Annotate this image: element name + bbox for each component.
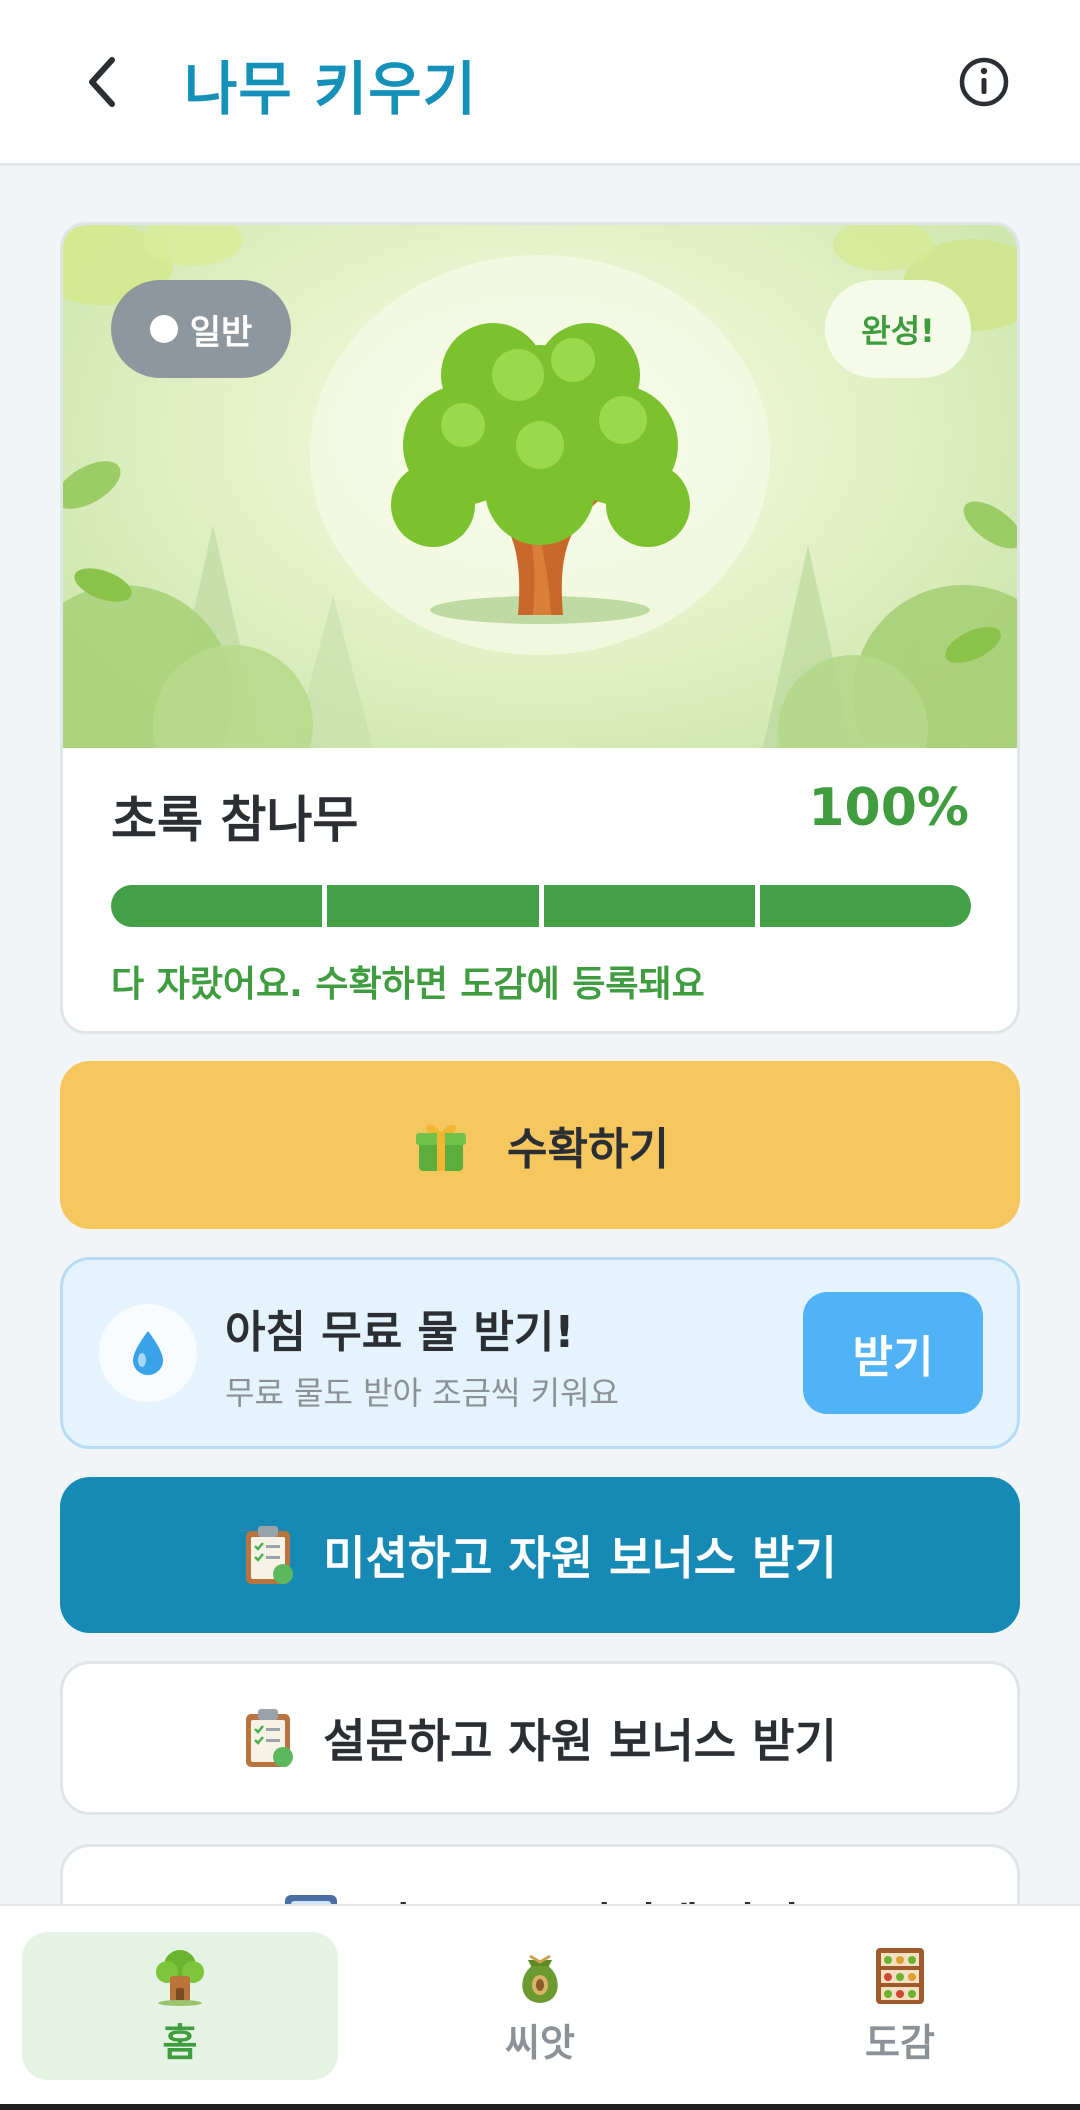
info-button[interactable] — [954, 52, 1014, 112]
complete-badge: 완성! — [825, 280, 971, 378]
ad-icon — [284, 1895, 337, 1904]
ad-reward-button[interactable]: 광고 보고 아이템 받기 — [60, 1844, 1020, 1904]
growth-progress-bar — [111, 885, 971, 927]
nav-item-seed[interactable]: 씨앗 — [382, 1932, 698, 2080]
nav-label-collection: 도감 — [865, 2020, 935, 2065]
back-button[interactable] — [70, 50, 134, 114]
bottom-navigation: 홈 씨앗 도감 — [0, 1904, 1080, 2110]
grade-badge: 일반 — [111, 280, 291, 378]
tree-name: 초록 참나무 — [111, 791, 359, 849]
progress-segment — [111, 885, 323, 927]
survey-bonus-button[interactable]: 설문하고 자원 보너스 받기 — [60, 1661, 1020, 1815]
page-title: 나무 키우기 — [184, 55, 477, 123]
gift-icon — [416, 1124, 467, 1171]
mission-label: 미션하고 자원 보너스 받기 — [323, 1531, 837, 1585]
harvest-label: 수확하기 — [507, 1124, 669, 1175]
nav-item-home[interactable]: 홈 — [22, 1932, 338, 2080]
info-icon — [959, 57, 1009, 107]
clipboard-icon — [246, 1709, 294, 1767]
progress-segment — [759, 885, 971, 927]
nav-item-collection[interactable]: 도감 — [742, 1932, 1058, 2080]
water-offer-title: 아침 무료 물 받기! — [225, 1307, 575, 1358]
seed-bag-icon — [522, 1954, 558, 2003]
main-content[interactable]: 일반 완성! 초록 참나무 100% 다 자랐어요. 수확하면 도감에 등록돼요… — [0, 169, 1080, 1904]
nav-label-home: 홈 — [162, 2020, 198, 2065]
mission-bonus-button[interactable]: 미션하고 자원 보너스 받기 — [60, 1477, 1020, 1633]
nav-label-seed: 씨앗 — [505, 2020, 575, 2065]
growth-status-message: 다 자랐어요. 수확하면 도감에 등록돼요 — [111, 964, 705, 1005]
tree-house-icon — [156, 1949, 204, 2006]
app-header: 나무 키우기 — [0, 0, 1080, 166]
free-water-card: 아침 무료 물 받기! 무료 물도 받아 조금씩 키워요 받기 — [60, 1257, 1020, 1449]
water-offer-subtitle: 무료 물도 받아 조금씩 키워요 — [225, 1374, 619, 1412]
bookshelf-icon — [876, 1947, 924, 2004]
ad-reward-label: 광고 보고 아이템 받기 — [371, 1889, 800, 1904]
tree-card: 일반 완성! 초록 참나무 100% 다 자랐어요. 수확하면 도감에 등록돼요 — [60, 222, 1020, 1034]
grade-label: 일반 — [189, 312, 253, 353]
progress-segment — [543, 885, 755, 927]
tree-illustration: 일반 완성! — [63, 225, 1017, 748]
progress-segment — [327, 885, 539, 927]
clipboard-icon — [246, 1526, 294, 1584]
water-drop-icon — [133, 1331, 163, 1375]
chevron-left-icon — [89, 57, 115, 107]
harvest-button[interactable]: 수확하기 — [60, 1061, 1020, 1229]
survey-label: 설문하고 자원 보너스 받기 — [323, 1714, 837, 1768]
system-navigation-bar — [0, 2104, 1080, 2110]
grade-dot-icon — [149, 315, 178, 343]
receive-water-button[interactable]: 받기 — [803, 1292, 983, 1414]
growth-percent: 100% — [808, 778, 969, 838]
drop-circle — [99, 1304, 197, 1402]
